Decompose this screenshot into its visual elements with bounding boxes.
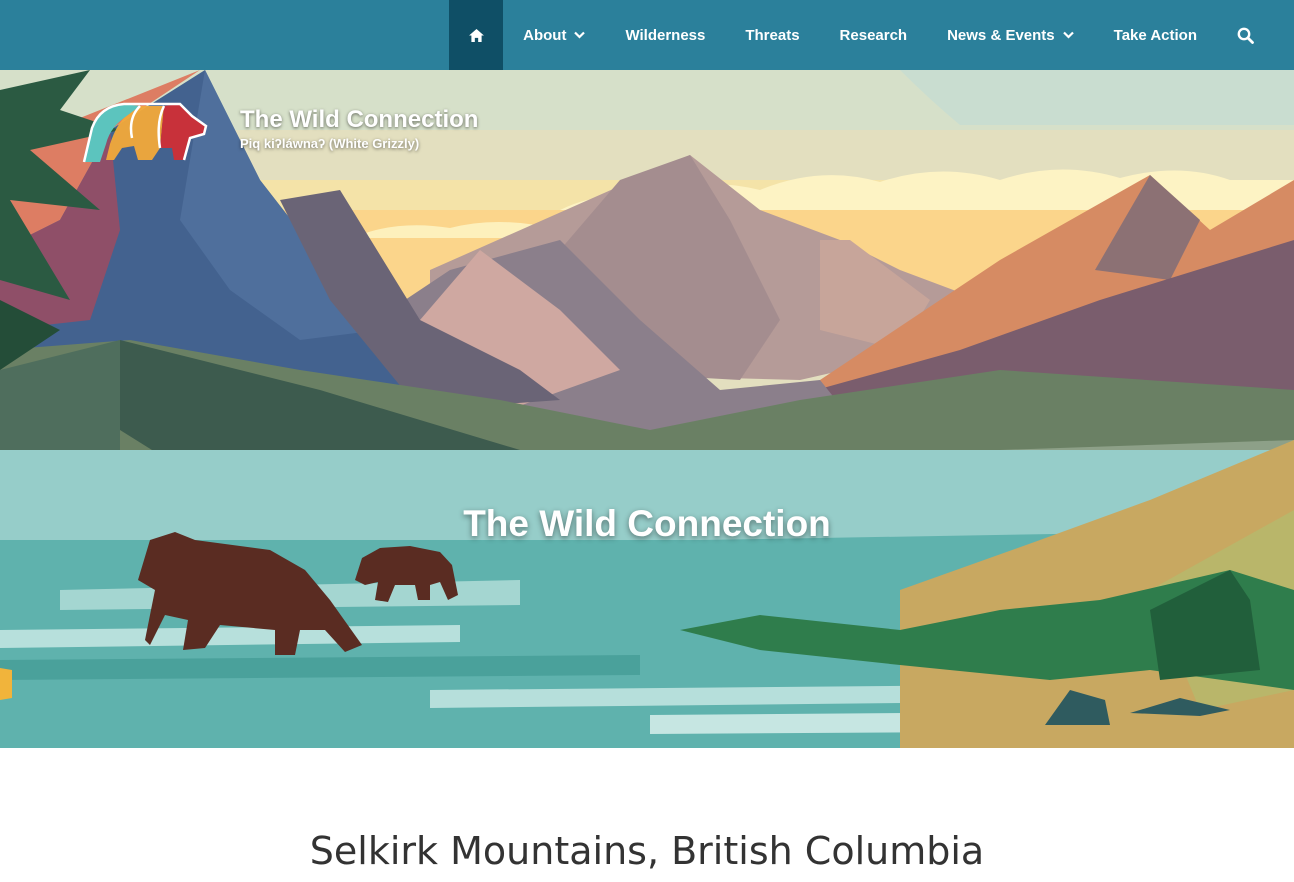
nav-wilderness[interactable]: Wilderness <box>605 0 725 70</box>
hero-banner: The Wild Connection Piq kiʔláwnaʔ (White… <box>0 70 1294 748</box>
section-heading: Selkirk Mountains, British Columbia <box>309 829 985 873</box>
nav-threats[interactable]: Threats <box>725 0 819 70</box>
site-brand[interactable]: The Wild Connection Piq kiʔláwnaʔ (White… <box>80 98 478 166</box>
search-icon <box>1237 27 1254 44</box>
home-icon <box>468 28 484 42</box>
site-title: The Wild Connection <box>240 106 479 133</box>
site-subtitle: Piq kiʔláwnaʔ (White Grizzly) <box>240 136 420 151</box>
brand-text: The Wild Connection Piq kiʔláwnaʔ (White… <box>240 106 478 152</box>
hero-title: The Wild Connection <box>463 503 831 544</box>
nav-wilderness-label: Wilderness <box>625 26 706 44</box>
nav-research-label: Research <box>839 26 908 44</box>
search-button[interactable] <box>1217 0 1294 70</box>
bear-logo-icon <box>82 102 208 163</box>
top-nav-bar: About Wilderness Threats Research News &… <box>0 0 1294 70</box>
chevron-down-icon <box>574 31 586 39</box>
nav-news-events[interactable]: News & Events <box>927 0 1094 70</box>
nav-research[interactable]: Research <box>820 0 928 70</box>
hero-landscape-illustration <box>0 70 1294 748</box>
nav-home[interactable] <box>449 0 504 70</box>
chevron-down-icon <box>1062 31 1074 39</box>
nav-take-action[interactable]: Take Action <box>1094 0 1217 70</box>
nav-about-label: About <box>523 26 567 44</box>
nav-news-events-label: News & Events <box>947 26 1055 44</box>
nav-about[interactable]: About <box>503 0 605 70</box>
main-nav: About Wilderness Threats Research News &… <box>449 0 1294 70</box>
nav-threats-label: Threats <box>745 26 800 44</box>
nav-take-action-label: Take Action <box>1113 26 1197 44</box>
